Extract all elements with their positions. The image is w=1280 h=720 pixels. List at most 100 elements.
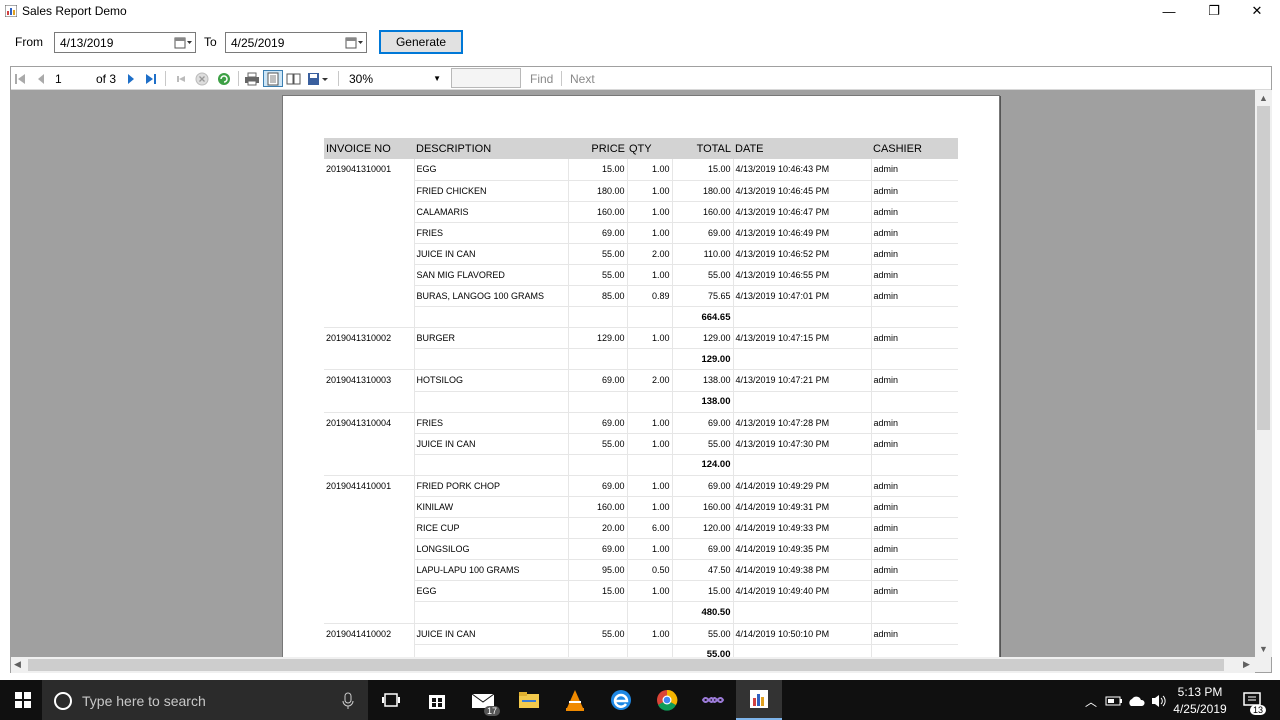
calendar-dropdown-icon[interactable] [173,35,193,50]
file-explorer-icon[interactable] [506,680,552,720]
volume-icon[interactable] [1150,693,1168,709]
qty-cell: 1.00 [626,496,672,519]
print-layout-icon[interactable] [263,70,283,87]
windows-icon [15,692,31,708]
restore-button[interactable]: ❐ [1191,0,1237,22]
microphone-icon[interactable] [342,692,354,710]
minimize-button[interactable]: — [1146,0,1192,22]
table-row: LONGSILOG 69.00 1.00 69.00 4/14/2019 10:49:3… [324,538,958,561]
price-cell: 180.00 [567,180,627,202]
empty-cell [626,391,672,413]
edge-icon[interactable] [598,680,644,720]
description-cell: JUICE IN CAN [413,433,568,455]
app-icon [5,5,17,17]
first-page-icon[interactable] [14,70,26,87]
total-cell: 69.00 [671,412,733,434]
to-date-picker[interactable]: 4/25/2019 [225,32,367,53]
last-page-icon[interactable] [145,70,157,87]
total-cell: 69.00 [671,538,733,561]
print-icon[interactable] [244,70,260,87]
refresh-icon[interactable] [217,70,231,87]
show-hidden-icons-icon[interactable]: ︿ [1085,693,1097,710]
zoom-select[interactable]: 30% ▼ [349,70,441,87]
column-header: DESCRIPTION [414,138,568,159]
scroll-up-icon[interactable]: ▲ [1259,93,1268,103]
to-date-value: 4/25/2019 [231,36,285,50]
scroll-right-icon[interactable]: ▶ [1243,659,1250,670]
empty-cell [413,601,568,624]
cashier-cell: admin [870,264,958,287]
table-row: FRIES 69.00 1.00 69.00 4/13/2019 10:46:49 PM… [324,222,958,244]
scroll-down-icon[interactable]: ▼ [1259,644,1268,654]
description-cell: LONGSILOG [413,538,568,561]
price-cell: 69.00 [567,412,627,434]
next-page-icon[interactable] [125,70,137,87]
empty-cell [626,306,672,329]
empty-cell [567,348,627,371]
clock-date[interactable]: 4/25/2019 [1168,702,1232,716]
empty-cell [732,601,871,624]
find-button[interactable]: Find [530,70,553,87]
action-center-icon[interactable]: 13 [1230,680,1274,720]
empty-cell [732,348,871,371]
qty-cell: 2.00 [626,369,672,392]
next-button[interactable]: Next [570,70,595,87]
table-row: 2019041310001 EGG 15.00 1.00 15.00 4/13/2019 … [324,159,958,329]
date-cell: 4/13/2019 10:47:15 PM [732,327,871,350]
qty-cell: 0.50 [626,559,672,582]
column-header: DATE [733,138,871,159]
qty-cell: 1.00 [626,433,672,455]
close-icon: ✕ [1251,3,1263,18]
onedrive-icon[interactable] [1127,694,1145,708]
empty-cell [413,391,568,413]
clock-time[interactable]: 5:13 PM [1172,685,1228,699]
date-cell: 4/13/2019 10:46:45 PM [732,180,871,202]
page-setup-icon[interactable] [286,70,302,87]
visual-studio-icon[interactable] [690,680,736,720]
generate-button[interactable]: Generate [379,30,463,54]
report-canvas: INVOICE NO DESCRIPTION PRICE QTY TOTAL DATE CA… [11,90,1255,657]
qty-cell: 1.00 [626,180,672,202]
horizontal-scroll-thumb[interactable] [28,659,1224,671]
page-number-input[interactable]: 1 [55,70,91,87]
scroll-left-icon[interactable]: ◀ [14,659,21,670]
restore-icon: ❐ [1208,3,1220,18]
back-icon[interactable] [175,70,187,87]
store-icon[interactable] [414,680,460,720]
calendar-dropdown-icon[interactable] [344,35,364,50]
from-label: From [15,35,43,49]
find-input[interactable] [451,68,521,88]
price-cell: 55.00 [567,623,627,645]
task-view-icon[interactable] [368,680,414,720]
empty-cell [732,454,871,476]
cashier-cell: admin [870,517,958,540]
stop-icon[interactable] [195,70,209,87]
column-header: PRICE [568,138,627,159]
search-placeholder: Type here to search [82,693,206,709]
toolbar-separator [561,71,562,86]
empty-cell [626,348,672,371]
vlc-icon[interactable] [552,680,598,720]
vertical-scroll-thumb[interactable] [1257,106,1270,430]
price-cell: 95.00 [567,559,627,582]
export-icon[interactable] [307,70,329,87]
start-button[interactable] [0,680,46,720]
cashier-cell: admin [870,180,958,202]
description-cell: KINILAW [413,496,568,519]
chrome-icon[interactable] [644,680,690,720]
table-row: CALAMARIS 160.00 1.00 160.00 4/13/2019 10:46… [324,201,958,223]
from-date-picker[interactable]: 4/13/2019 [54,32,196,53]
price-cell: 69.00 [567,369,627,392]
power-icon[interactable] [1105,694,1123,708]
table-row: 2019041410001 FRIED PORK CHOP 69.00 1.00 69.… [324,475,958,624]
description-cell: BURGER [413,327,568,350]
sales-report-app-icon[interactable] [736,680,782,720]
mail-icon[interactable]: 17 [460,680,506,720]
close-button[interactable]: ✕ [1234,0,1280,22]
empty-cell [870,348,958,371]
cortana-icon [54,692,72,710]
previous-page-icon[interactable] [35,70,47,87]
subtotal-row: 664.65 [324,306,958,329]
qty-cell: 1.00 [626,475,672,498]
invoice-number-cell: 2019041310004 [324,412,414,476]
